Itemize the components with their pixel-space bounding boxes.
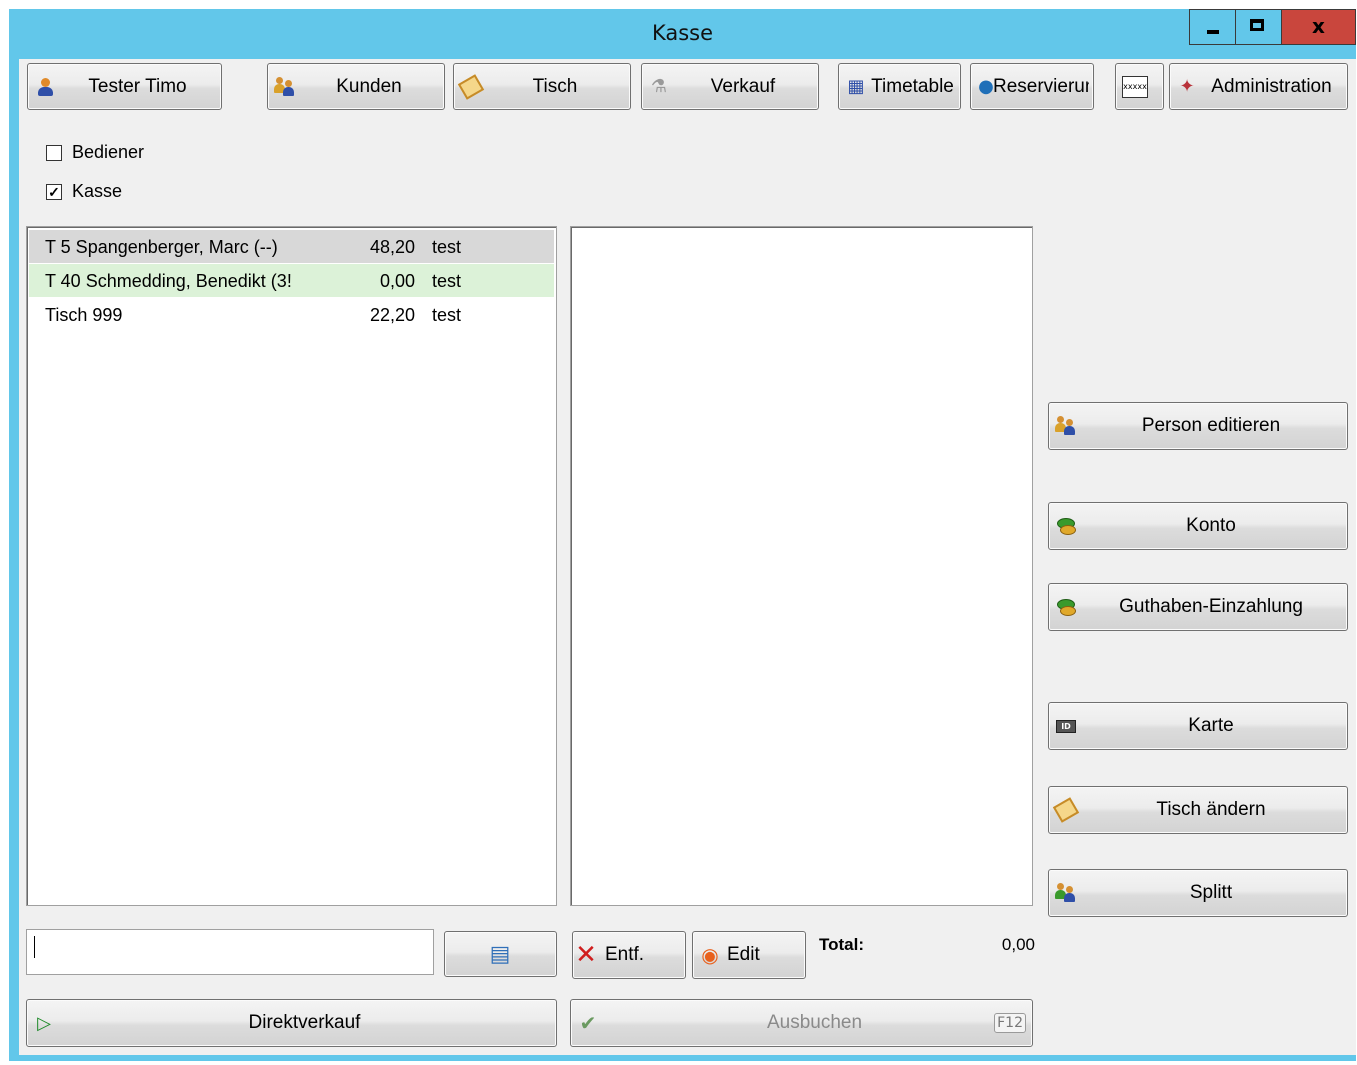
row-amount: 48,20: [369, 237, 415, 257]
printer-icon: ▤: [489, 941, 511, 967]
ausbuchen-label: Ausbuchen: [766, 1012, 863, 1033]
edit-label: Edit: [727, 944, 760, 965]
verkauf-button[interactable]: ⚗ Verkauf: [641, 63, 819, 110]
edit-button[interactable]: ◉ Edit: [692, 931, 806, 979]
tisch-label: Tisch: [532, 75, 578, 97]
maximize-button[interactable]: [1236, 9, 1282, 45]
search-input[interactable]: [26, 929, 434, 975]
konto-label: Konto: [1186, 515, 1236, 536]
kasse-checkbox[interactable]: ✓: [46, 183, 62, 200]
splitt-button[interactable]: Splitt: [1048, 869, 1348, 917]
total-label: Total:: [819, 935, 865, 954]
person-editieren-button[interactable]: Person editieren: [1048, 402, 1348, 450]
user-button[interactable]: Tester Timo: [27, 63, 222, 110]
close-icon: x: [1312, 14, 1325, 38]
karte-label: Karte: [1188, 715, 1234, 736]
row-amount: 0,00: [379, 271, 415, 291]
karte-button[interactable]: ID Karte: [1048, 702, 1348, 750]
person-editieren-label: Person editieren: [1141, 415, 1281, 436]
ausbuchen-button[interactable]: ✔ Ausbuchen F12: [570, 999, 1033, 1047]
timetable-icon: ▦: [847, 76, 865, 97]
delete-x-icon: ✕: [575, 940, 597, 970]
wand-icon: ✦: [1179, 76, 1195, 97]
shortcut-key-badge: F12: [994, 1013, 1026, 1033]
customers-icon: [1055, 415, 1077, 437]
guthaben-einzahlung-button[interactable]: Guthaben-Einzahlung: [1048, 583, 1348, 631]
row-amount: 22,20: [369, 305, 415, 325]
bediener-label: Bediener: [72, 142, 145, 162]
window-title: Kasse: [651, 21, 714, 45]
tisch-aendern-label: Tisch ändern: [1156, 799, 1266, 820]
order-items-list[interactable]: [570, 226, 1033, 906]
konto-button[interactable]: Konto: [1048, 502, 1348, 550]
row-name: T 5 Spangenberger, Marc (--): [45, 237, 278, 257]
user-label: Tester Timo: [88, 75, 187, 97]
timetable-label: Timetable: [871, 75, 954, 97]
entf-label: Entf.: [605, 944, 645, 965]
print-button[interactable]: ▤: [444, 931, 557, 977]
table-row[interactable]: Tisch 999 22,20 test: [29, 298, 554, 331]
verkauf-label: Verkauf: [710, 75, 776, 97]
administration-label: Administration: [1211, 75, 1332, 97]
table-icon: [457, 73, 485, 100]
text-caret: [34, 936, 35, 958]
close-button[interactable]: x: [1282, 9, 1356, 45]
minimize-icon: [1207, 30, 1219, 34]
tisch-button[interactable]: Tisch: [453, 63, 631, 110]
table-icon: [1052, 797, 1080, 823]
row-note: test: [432, 305, 462, 325]
id-card-icon: ID: [1055, 715, 1077, 737]
coins-icon: [1055, 596, 1077, 618]
title-bar[interactable]: Kasse x: [9, 9, 1356, 59]
enter-icon: ▷: [37, 1012, 51, 1034]
table-list[interactable]: T 5 Spangenberger, Marc (--) 48,20 test …: [26, 226, 557, 906]
maximize-icon: [1250, 19, 1264, 31]
direktverkauf-label: Direktverkauf: [248, 1012, 361, 1033]
bediener-filter[interactable]: Bediener: [46, 142, 144, 163]
kunden-button[interactable]: Kunden: [267, 63, 445, 110]
table-row[interactable]: T 40 Schmedding, Benedikt (3! 0,00 test: [29, 264, 554, 297]
client-area: Tester Timo Kunden Tisch ⚗ Verkauf ▦ Tim…: [19, 59, 1356, 1055]
keyboard-icon: xxxxx: [1122, 75, 1148, 98]
splitt-label: Splitt: [1189, 882, 1233, 903]
administration-button[interactable]: ✦ Administration: [1169, 63, 1348, 110]
coins-icon: [1055, 515, 1077, 537]
kasse-label: Kasse: [72, 181, 123, 201]
bediener-checkbox[interactable]: [46, 144, 62, 161]
tisch-aendern-button[interactable]: Tisch ändern: [1048, 786, 1348, 834]
kasse-filter[interactable]: ✓ Kasse: [46, 181, 122, 202]
kunden-label: Kunden: [336, 75, 402, 97]
reservierung-label: Reservierung: [993, 75, 1089, 97]
guthaben-label: Guthaben-Einzahlung: [1119, 596, 1303, 617]
money-icon: ⚗: [650, 76, 668, 97]
reservierung-button[interactable]: ● Reservierung: [970, 63, 1094, 110]
timetable-button[interactable]: ▦ Timetable: [838, 63, 961, 110]
edit-ring-icon: ◉: [701, 943, 719, 967]
total-value: 0,00: [1001, 935, 1035, 954]
row-name: Tisch 999: [45, 305, 123, 325]
direktverkauf-button[interactable]: ▷ Direktverkauf: [26, 999, 557, 1047]
app-window: Kasse x Tester Timo Kunden Tisch ⚗ Verka…: [9, 9, 1356, 1061]
row-name: T 40 Schmedding, Benedikt (3!: [45, 271, 292, 291]
keyboard-button[interactable]: xxxxx: [1115, 63, 1164, 110]
row-note: test: [432, 237, 462, 257]
table-row[interactable]: T 5 Spangenberger, Marc (--) 48,20 test: [29, 230, 554, 263]
split-people-icon: [1055, 882, 1077, 904]
checkmark-icon: ✔: [579, 1011, 597, 1035]
row-note: test: [432, 271, 462, 291]
entf-button[interactable]: ✕ Entf.: [572, 931, 686, 979]
customers-icon: [274, 76, 296, 98]
user-icon: [34, 76, 56, 98]
minimize-button[interactable]: [1189, 9, 1236, 45]
